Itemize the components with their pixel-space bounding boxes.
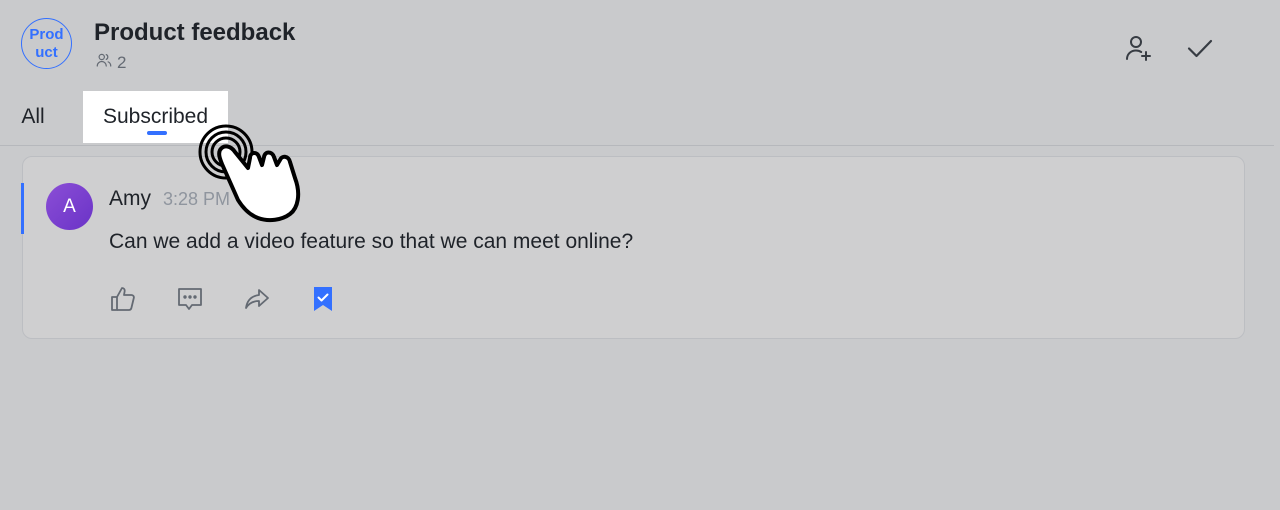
member-count[interactable]: 2: [95, 51, 126, 74]
sender-name[interactable]: Amy: [109, 187, 151, 211]
done-button[interactable]: [1184, 34, 1216, 66]
tab-all[interactable]: All: [20, 91, 46, 143]
tab-subscribed-label: Subscribed: [102, 105, 209, 128]
forward-button[interactable]: [242, 286, 272, 316]
thumbs-up-icon: [109, 285, 137, 318]
member-count-value: 2: [117, 52, 127, 72]
like-button[interactable]: [108, 286, 138, 316]
tab-bar: All Subscribed: [0, 91, 1274, 146]
sender-avatar[interactable]: A: [46, 183, 93, 230]
add-member-button[interactable]: [1123, 34, 1155, 66]
message-time: 3:28 PM: [163, 189, 231, 209]
message-text: Can we add a video feature so that we ca…: [109, 230, 634, 253]
message-accent-bar: [21, 183, 24, 234]
check-icon: [1185, 33, 1215, 68]
tab-subscribed[interactable]: Subscribed: [83, 91, 228, 143]
chat-window: Prod uct Product feedback 2 All Subscrib…: [0, 0, 1280, 510]
reply-button[interactable]: [175, 286, 205, 316]
group-avatar[interactable]: Prod uct: [21, 18, 72, 69]
members-icon: [95, 51, 113, 74]
add-member-icon: [1124, 33, 1154, 68]
forward-icon: [243, 285, 271, 318]
comment-icon: [176, 285, 204, 318]
active-tab-indicator: [147, 131, 167, 135]
bookmark-button[interactable]: [308, 286, 338, 316]
tab-all-label: All: [21, 105, 45, 128]
bookmark-icon: [309, 285, 337, 318]
group-title: Product feedback: [94, 19, 296, 46]
